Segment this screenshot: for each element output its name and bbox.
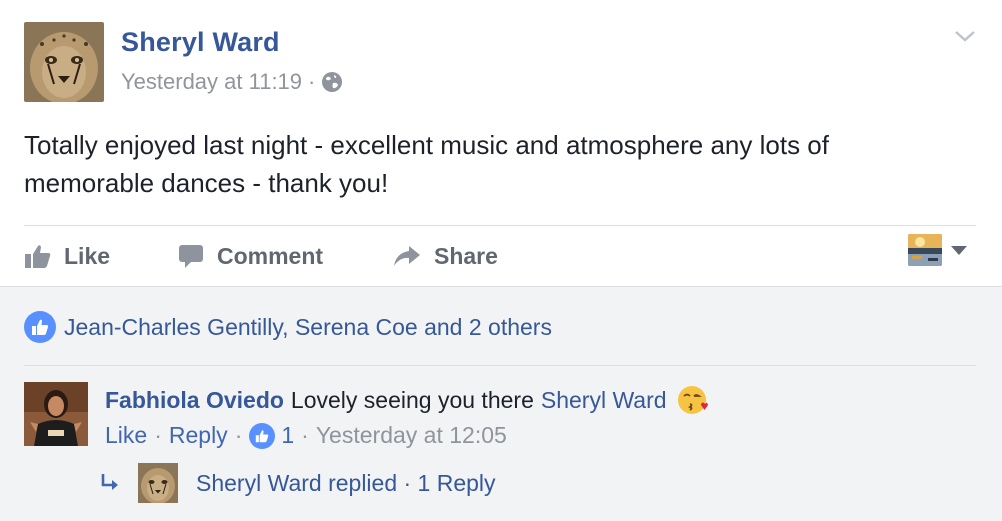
comment-reply-link[interactable]: Reply — [169, 422, 228, 449]
comment-label: Comment — [217, 242, 324, 269]
share-arrow-icon — [394, 246, 420, 266]
divider — [24, 225, 976, 226]
kissing-face-emoji-icon — [677, 386, 708, 414]
comment-like-link[interactable]: Like — [105, 422, 147, 449]
separator: · — [234, 422, 243, 448]
post-text: Totally enjoyed last night - excellent m… — [24, 130, 829, 198]
comment-body: Fabhiola Oviedo Lovely seeing you there … — [105, 384, 709, 416]
share-button[interactable]: Share — [392, 236, 498, 276]
reply-author-avatar — [138, 463, 178, 503]
comment-timestamp[interactable]: Yesterday at 12:05 — [316, 422, 507, 449]
reactions-text: Jean-Charles Gentilly, Serena Coe and 2 … — [64, 313, 552, 340]
author-avatar[interactable] — [24, 22, 104, 102]
separator: · — [301, 422, 309, 448]
commenter-avatar[interactable] — [24, 382, 88, 446]
comment-icon — [179, 245, 203, 268]
comment-like-count[interactable]: 1 — [281, 422, 294, 449]
comment-author[interactable]: Fabhiola Oviedo — [105, 387, 284, 414]
divider — [24, 365, 976, 366]
chevron-down-icon[interactable] — [952, 26, 978, 46]
comments-section: Jean-Charles Gentilly, Serena Coe and 2 … — [0, 286, 1002, 521]
comment-text: Lovely seeing you there — [290, 386, 534, 413]
like-label: Like — [64, 242, 111, 269]
share-label: Share — [434, 242, 498, 269]
post-author-name[interactable]: Sheryl Ward — [121, 27, 280, 58]
page-thumbnail — [908, 234, 942, 266]
like-button[interactable]: Like — [24, 236, 110, 276]
post-card: Sheryl Ward Yesterday at 11:19 · Totally… — [0, 0, 1002, 521]
reply-arrow-icon — [101, 474, 118, 490]
audience-selector[interactable] — [908, 234, 968, 266]
reactions-summary[interactable]: Jean-Charles Gentilly, Serena Coe and 2 … — [24, 311, 552, 343]
replies-summary-text: Sheryl Ward replied · 1 Reply — [196, 469, 496, 496]
replies-link[interactable]: Sheryl Ward replied · 1 Reply — [100, 463, 496, 503]
comment-like-reaction-icon[interactable] — [249, 422, 276, 449]
separator: · — [154, 422, 162, 448]
post-timestamp[interactable]: Yesterday at 11:19 — [121, 69, 302, 95]
post-action-bar: Like Comment Share — [24, 236, 976, 276]
meta-separator: · — [308, 69, 316, 94]
caret-down-icon — [951, 246, 967, 255]
post-meta: Yesterday at 11:19 · — [121, 69, 343, 95]
comment-button[interactable]: Comment — [177, 236, 323, 276]
like-reaction-icon — [24, 311, 56, 343]
comment-mention[interactable]: Sheryl Ward — [541, 387, 667, 414]
comment-actions: Like · Reply · 1 · Yesterday at 12:05 — [105, 422, 507, 449]
globe-icon[interactable] — [321, 71, 343, 93]
thumbs-up-icon — [25, 245, 51, 268]
